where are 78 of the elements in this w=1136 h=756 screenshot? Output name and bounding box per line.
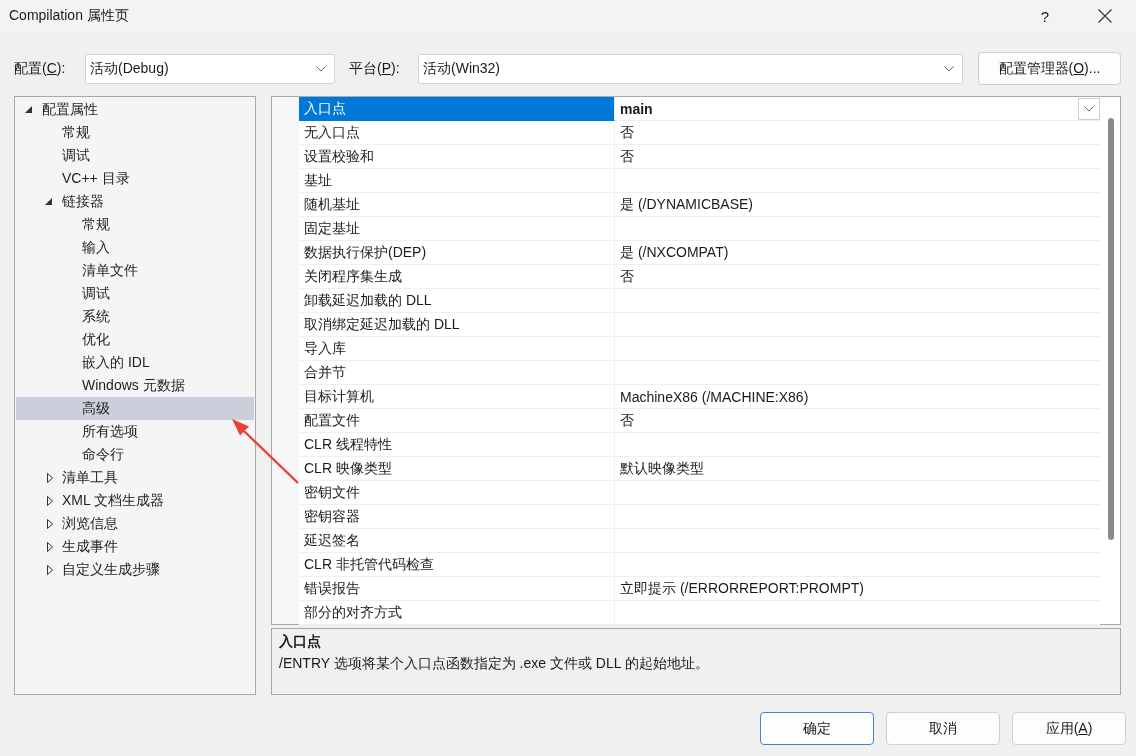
configuration-manager-button[interactable]: 配置管理器(O)... xyxy=(978,52,1121,85)
chevron-down-icon xyxy=(944,65,954,72)
property-name[interactable]: 关闭程序集生成 xyxy=(299,265,615,289)
property-name[interactable]: CLR 线程特性 xyxy=(299,433,615,457)
tree-item[interactable]: 常规 xyxy=(16,213,254,236)
tree-item[interactable]: 生成事件 xyxy=(16,535,254,558)
platform-dropdown[interactable]: 活动(Win32) xyxy=(418,53,963,84)
collapsed-caret-icon[interactable] xyxy=(47,518,53,529)
tree-item[interactable]: 清单工具 xyxy=(16,466,254,489)
property-value: MachineX86 (/MACHINE:X86) xyxy=(620,388,810,405)
property-name[interactable]: 固定基址 xyxy=(299,217,615,241)
tree-item[interactable]: 嵌入的 IDL xyxy=(16,351,254,374)
property-name[interactable]: 密钥容器 xyxy=(299,505,615,529)
scrollbar-thumb[interactable] xyxy=(1108,118,1114,540)
tree-item[interactable]: 高级 xyxy=(16,397,254,420)
tree-item[interactable]: 清单文件 xyxy=(16,259,254,282)
expanded-caret-icon[interactable] xyxy=(25,106,32,113)
collapsed-caret-icon[interactable] xyxy=(47,472,53,483)
property-value: 否 xyxy=(620,267,635,286)
apply-button[interactable]: 应用(A) xyxy=(1012,712,1126,745)
property-name[interactable]: 合并节 xyxy=(299,361,615,385)
property-value: 否 xyxy=(620,147,635,166)
property-name[interactable]: 数据执行保护(DEP) xyxy=(299,241,615,265)
property-name[interactable]: 配置文件 xyxy=(299,409,615,433)
property-value: 否 xyxy=(620,123,635,142)
tree-item[interactable]: 常规 xyxy=(16,121,254,144)
help-button[interactable]: ? xyxy=(1022,0,1068,32)
property-name[interactable]: 随机基址 xyxy=(299,193,615,217)
property-name[interactable]: 目标计算机 xyxy=(299,385,615,409)
property-value: 是 (/NXCOMPAT) xyxy=(620,243,730,262)
annotation-arrow xyxy=(229,416,300,485)
property-name[interactable]: 部分的对齐方式 xyxy=(299,601,615,625)
property-name[interactable]: CLR 非托管代码检查 xyxy=(299,553,615,577)
configuration-label: 配置(C): xyxy=(14,59,67,78)
tree-item[interactable]: 链接器 xyxy=(16,190,254,213)
collapsed-caret-icon[interactable] xyxy=(47,541,53,552)
chevron-down-icon xyxy=(1084,105,1094,112)
close-icon xyxy=(1098,9,1112,23)
tree-item[interactable]: 系统 xyxy=(16,305,254,328)
property-name[interactable]: 导入库 xyxy=(299,337,615,361)
tree-item[interactable]: 命令行 xyxy=(16,443,254,466)
property-name[interactable]: 延迟签名 xyxy=(299,529,615,553)
property-value: 是 (/DYNAMICBASE) xyxy=(620,195,754,214)
tree-item[interactable]: 优化 xyxy=(16,328,254,351)
platform-label: 平台(P): xyxy=(349,59,401,78)
expanded-caret-icon[interactable] xyxy=(45,198,52,205)
tree-item[interactable]: 调试 xyxy=(16,144,254,167)
property-name[interactable]: 基址 xyxy=(299,169,615,193)
property-value: main xyxy=(620,100,654,117)
property-name[interactable]: 错误报告 xyxy=(299,577,615,601)
property-name[interactable]: CLR 映像类型 xyxy=(299,457,615,481)
description-text: /ENTRY 选项将某个入口点函数指定为 .exe 文件或 DLL 的起始地址。 xyxy=(279,654,710,673)
tree-item[interactable]: XML 文档生成器 xyxy=(16,489,254,512)
window-title: Compilation 属性页 xyxy=(8,7,130,25)
tree-item[interactable]: Windows 元数据 xyxy=(16,374,254,397)
property-value: 默认映像类型 xyxy=(620,459,705,478)
tree-item[interactable]: 所有选项 xyxy=(16,420,254,443)
property-name[interactable]: 密钥文件 xyxy=(299,481,615,505)
property-name[interactable]: 取消绑定延迟加载的 DLL xyxy=(299,313,615,337)
property-name[interactable]: 入口点 xyxy=(299,97,615,121)
cancel-button[interactable]: 取消 xyxy=(886,712,1000,745)
configuration-dropdown[interactable]: 活动(Debug) xyxy=(85,53,335,84)
tree-item[interactable]: 配置属性 xyxy=(16,98,254,121)
property-value: 立即提示 (/ERRORREPORT:PROMPT) xyxy=(620,579,865,598)
chevron-down-icon xyxy=(316,65,326,72)
property-name[interactable]: 卸载延迟加载的 DLL xyxy=(299,289,615,313)
property-name[interactable]: 无入口点 xyxy=(299,121,615,145)
property-name[interactable]: 设置校验和 xyxy=(299,145,615,169)
description-title: 入口点 xyxy=(279,632,321,651)
property-value: 否 xyxy=(620,411,635,430)
ok-button[interactable]: 确定 xyxy=(760,712,874,745)
tree-item[interactable]: 自定义生成步骤 xyxy=(16,558,254,581)
tree-item[interactable]: 调试 xyxy=(16,282,254,305)
collapsed-caret-icon[interactable] xyxy=(47,564,53,575)
tree-item[interactable]: 输入 xyxy=(16,236,254,259)
collapsed-caret-icon[interactable] xyxy=(47,495,53,506)
tree-item[interactable]: 浏览信息 xyxy=(16,512,254,535)
tree-item[interactable]: VC++ 目录 xyxy=(16,167,254,190)
